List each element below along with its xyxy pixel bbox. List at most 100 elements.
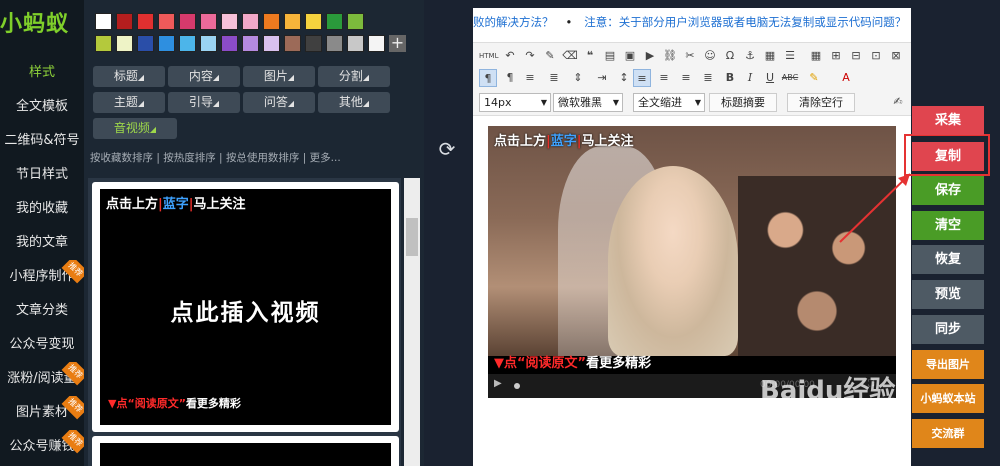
category-audio-video[interactable]: 音视频◢ [93, 118, 177, 139]
color-swatch[interactable] [116, 35, 133, 52]
template-card[interactable] [92, 436, 399, 466]
emoji-icon[interactable]: ☺ [701, 47, 719, 65]
color-swatch[interactable] [116, 13, 133, 30]
color-swatch[interactable] [179, 35, 196, 52]
highlight-color-icon[interactable]: ✎ [805, 69, 823, 87]
category-image[interactable]: 图片◢ [243, 66, 315, 87]
font-size-select[interactable]: 14px ▼ [479, 93, 551, 112]
align-justify-icon[interactable]: ≣ [699, 69, 717, 87]
clear-button[interactable]: 清空 [912, 211, 984, 240]
template-icon[interactable]: ▦ [761, 47, 779, 65]
category-theme[interactable]: 主题◢ [93, 92, 165, 113]
sidebar-item-growth[interactable]: 涨粉/阅读量 推荐 [0, 362, 84, 396]
color-swatch[interactable] [137, 13, 154, 30]
sort-by-heat[interactable]: 按热度排序 [163, 152, 216, 164]
font-color-icon[interactable]: A [837, 69, 855, 87]
color-swatch[interactable] [158, 35, 175, 52]
group-button[interactable]: 交流群 [912, 419, 984, 448]
color-swatch[interactable] [305, 35, 322, 52]
line-spacing-icon[interactable]: ↕ [615, 69, 633, 87]
restore-button[interactable]: 恢复 [912, 245, 984, 274]
align-center-icon[interactable]: ≡ [655, 69, 673, 87]
sidebar-item-favorites[interactable]: 我的收藏 [0, 192, 84, 226]
sidebar-item-qrcode-symbols[interactable]: 二维码&符号 [0, 124, 84, 158]
category-qa[interactable]: 问答◢ [243, 92, 315, 113]
notice-link-1[interactable]: 败的解决方法？ [473, 15, 554, 29]
site-button[interactable]: 小蚂蚁本站 [912, 384, 984, 413]
quote-icon[interactable]: ❝ [581, 47, 599, 65]
indent-icon[interactable]: ⇥ [593, 69, 611, 87]
table-insert-icon[interactable]: ⊞ [827, 47, 845, 65]
anchor-icon[interactable]: ⚓ [741, 47, 759, 65]
sidebar-item-miniprogram[interactable]: 小程序制作 推荐 [0, 260, 84, 294]
table-icon[interactable]: ▦ [807, 47, 825, 65]
color-swatch[interactable] [368, 35, 385, 52]
sidebar-item-style[interactable]: 样式 [0, 56, 84, 90]
rtl-icon[interactable]: ¶ [501, 69, 519, 87]
color-swatch[interactable] [242, 13, 259, 30]
sidebar-item-holiday-styles[interactable]: 节日样式 [0, 158, 84, 192]
ordered-list-icon[interactable]: ☰ [781, 47, 799, 65]
format-painter-icon[interactable]: ✎ [541, 47, 559, 65]
video-icon[interactable]: ▶ [641, 47, 659, 65]
sort-more[interactable]: 更多... [310, 152, 341, 164]
preview-button[interactable]: 预览 [912, 280, 984, 309]
video-player[interactable]: 点击上方|蓝字|马上关注 ▼点“阅读原文”看更多精彩 ▶ 00:00/00:00… [488, 126, 896, 398]
color-swatch[interactable] [95, 35, 112, 52]
fullscreen-icon[interactable]: ⛶ [868, 379, 874, 389]
template-card[interactable]: 点击上方|蓝字|马上关注 点此插入视频 ▼点“阅读原文”看更多精彩 [92, 182, 399, 432]
sidebar-item-article-categories[interactable]: 文章分类 [0, 294, 84, 328]
strikethrough-icon[interactable]: ABC [781, 69, 799, 87]
color-swatch[interactable] [284, 13, 301, 30]
sidebar-item-my-articles[interactable]: 我的文章 [0, 226, 84, 260]
row-spacing-bottom-icon[interactable]: ≣ [545, 69, 563, 87]
special-char-icon[interactable]: Ω [721, 47, 739, 65]
color-swatch[interactable] [221, 13, 238, 30]
title-summary-button[interactable]: 标题摘要 [709, 93, 777, 112]
color-swatch[interactable] [263, 35, 280, 52]
plus-icon[interactable]: + [389, 35, 406, 52]
html-source-icon[interactable]: HTML [479, 47, 498, 65]
split-cells-icon[interactable]: ⊠ [887, 47, 905, 65]
color-swatch[interactable] [305, 13, 322, 30]
category-content[interactable]: 内容◢ [168, 66, 240, 87]
color-swatch[interactable] [326, 13, 343, 30]
font-family-select[interactable]: 微软雅黑 ▼ [553, 93, 623, 112]
scrollbar-thumb[interactable] [406, 218, 418, 256]
color-swatch[interactable] [137, 35, 154, 52]
sync-icon[interactable]: ⟳ [436, 138, 458, 160]
indent-select[interactable]: 全文缩进 ▼ [633, 93, 705, 112]
notice-link-2[interactable]: 注意：关于部分用户浏览器或者电脑无法复制或显示代码问题？ [584, 15, 906, 29]
color-swatch[interactable] [200, 13, 217, 30]
sync-button[interactable]: 同步 [912, 315, 984, 344]
redo-icon[interactable]: ↷ [521, 47, 539, 65]
clear-blank-lines-button[interactable]: 清除空行 [787, 93, 855, 112]
color-swatch[interactable] [347, 13, 364, 30]
progress-handle[interactable] [514, 383, 520, 389]
unlink-icon[interactable]: ✂ [681, 47, 699, 65]
sidebar-item-full-templates[interactable]: 全文模板 [0, 90, 84, 124]
color-swatch[interactable] [326, 35, 343, 52]
color-swatch[interactable] [242, 35, 259, 52]
ltr-icon[interactable]: ¶ [479, 69, 497, 87]
merge-cells-icon[interactable]: ⊡ [867, 47, 885, 65]
paste-icon[interactable]: ▤ [601, 47, 619, 65]
sidebar-item-earn[interactable]: 公众号赚钱 推荐 [0, 430, 84, 464]
image-icon[interactable]: ▣ [621, 47, 639, 65]
sort-by-favorites[interactable]: 按收藏数排序 [90, 152, 153, 164]
color-swatch[interactable] [179, 13, 196, 30]
color-swatch[interactable] [347, 35, 364, 52]
eraser-icon[interactable]: ⌫ [561, 47, 579, 65]
color-swatch[interactable] [221, 35, 238, 52]
color-swatch[interactable] [263, 13, 280, 30]
undo-icon[interactable]: ↶ [501, 47, 519, 65]
italic-icon[interactable]: I [741, 69, 759, 87]
category-guide[interactable]: 引导◢ [168, 92, 240, 113]
color-swatch[interactable] [200, 35, 217, 52]
align-right-icon[interactable]: ≡ [677, 69, 695, 87]
color-swatch[interactable] [158, 13, 175, 30]
category-other[interactable]: 其他◢ [318, 92, 390, 113]
sidebar-item-monetize[interactable]: 公众号变现 [0, 328, 84, 362]
export-image-button[interactable]: 导出图片 [912, 350, 984, 379]
save-button[interactable]: 保存 [912, 176, 984, 205]
